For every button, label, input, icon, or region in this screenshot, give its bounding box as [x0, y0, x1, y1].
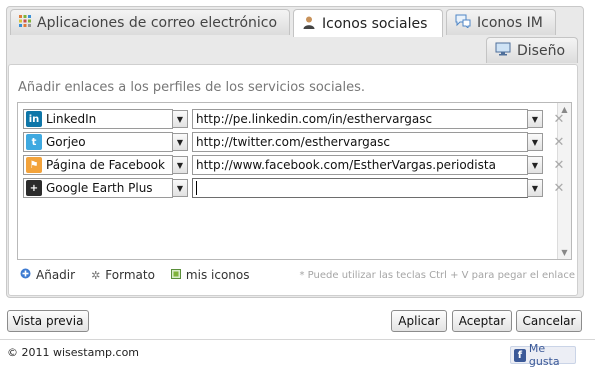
social-link-row: + Google Earth Plus ▼ ▼ ✕ [23, 178, 565, 198]
service-label: Gorjeo [46, 135, 86, 149]
footer-divider [0, 339, 595, 340]
image-icon [170, 268, 181, 282]
apply-button[interactable]: Aplicar [391, 310, 447, 332]
remove-row-icon[interactable]: ✕ [553, 181, 565, 196]
profile-url-input[interactable]: http://twitter.com/esthervargasc [192, 132, 528, 152]
chevron-down-icon: ▼ [531, 114, 539, 124]
tab-email-apps[interactable]: Aplicaciones de correo electrónico [10, 9, 290, 35]
format-button[interactable]: ✲ Formato [91, 268, 155, 282]
chevron-down-icon: ▼ [176, 160, 184, 170]
facebook-icon: f [514, 348, 526, 362]
paste-hint: * Puede utilizar las teclas Ctrl + V par… [299, 269, 576, 281]
add-button[interactable]: Añadir [20, 268, 75, 282]
preview-button[interactable]: Vista previa [7, 310, 89, 332]
google-plus-icon: + [26, 180, 42, 196]
tab-im-icons[interactable]: Iconos IM [446, 9, 556, 35]
tab-design[interactable]: Diseño [486, 37, 578, 63]
service-dropdown-button[interactable]: ▼ [172, 179, 188, 197]
social-link-row: t Gorjeo ▼ http://twitter.com/esthervarg… [23, 132, 565, 152]
cancel-button[interactable]: Cancelar [516, 310, 582, 332]
social-link-row: in LinkedIn ▼ http://pe.linkedin.com/in/… [23, 109, 565, 129]
service-label: Página de Facebook [46, 158, 165, 172]
social-links-list: ▲ ▼ in LinkedIn ▼ http://pe.linkedin.com… [17, 102, 572, 260]
profile-url-input[interactable]: http://pe.linkedin.com/in/esthervargasc [192, 109, 528, 129]
chevron-down-icon: ▼ [531, 137, 539, 147]
copyright-text: © 2011 wisestamp.com [7, 346, 140, 359]
tab-label: Diseño [517, 42, 566, 59]
accept-button[interactable]: Aceptar [452, 310, 512, 332]
service-select[interactable]: t Gorjeo [23, 132, 173, 152]
apps-grid-icon [19, 14, 31, 31]
linkedin-icon: in [26, 111, 42, 127]
my-icons-button[interactable]: mis iconos [170, 268, 250, 282]
format-label: Formato [105, 268, 155, 282]
chevron-down-icon: ▼ [176, 183, 184, 193]
list-toolbar: Añadir ✲ Formato mis iconos * Puede util… [20, 267, 575, 283]
tab-social-icons[interactable]: Iconos sociales [293, 9, 443, 37]
tab-label: Aplicaciones de correo electrónico [37, 14, 278, 31]
chevron-down-icon: ▼ [531, 160, 539, 170]
gear-icon: ✲ [91, 268, 101, 282]
monitor-icon [495, 42, 511, 60]
service-dropdown-button[interactable]: ▼ [172, 133, 188, 151]
url-dropdown-button[interactable]: ▼ [527, 133, 543, 151]
chevron-down-icon: ▼ [531, 183, 539, 193]
like-label: Me gusta [528, 342, 560, 368]
profile-url-input[interactable]: http://www.facebook.com/EstherVargas.per… [192, 155, 528, 175]
service-dropdown-button[interactable]: ▼ [172, 110, 188, 128]
twitter-icon: t [26, 134, 42, 150]
remove-row-icon[interactable]: ✕ [553, 158, 565, 173]
social-link-row: ⚑ Página de Facebook ▼ http://www.facebo… [23, 155, 565, 175]
remove-row-icon[interactable]: ✕ [553, 135, 565, 150]
url-dropdown-button[interactable]: ▼ [527, 179, 543, 197]
service-select[interactable]: ⚑ Página de Facebook [23, 155, 173, 175]
facebook-like-button[interactable]: f Me gusta [510, 342, 576, 368]
chevron-down-icon: ▼ [176, 137, 184, 147]
url-dropdown-button[interactable]: ▼ [527, 110, 543, 128]
user-icon [302, 15, 316, 33]
add-circle-icon [20, 268, 31, 282]
remove-row-icon[interactable]: ✕ [553, 112, 565, 127]
chat-bubble-icon [455, 14, 471, 32]
add-label: Añadir [36, 268, 76, 282]
scroll-down-arrow-icon[interactable]: ▼ [561, 248, 567, 257]
chevron-down-icon: ▼ [176, 114, 184, 124]
service-dropdown-button[interactable]: ▼ [172, 156, 188, 174]
service-label: Google Earth Plus [46, 181, 153, 195]
service-select[interactable]: + Google Earth Plus [23, 178, 173, 198]
my-icons-label: mis iconos [185, 268, 250, 282]
service-label: LinkedIn [46, 112, 97, 126]
service-select[interactable]: in LinkedIn [23, 109, 173, 129]
tab-label: Iconos IM [477, 14, 543, 31]
intro-text: Añadir enlaces a los perfiles de los ser… [18, 80, 366, 95]
text-caret [196, 181, 197, 195]
facebook-page-icon: ⚑ [26, 157, 42, 173]
tab-label: Iconos sociales [322, 15, 428, 32]
profile-url-input[interactable] [192, 178, 528, 198]
url-dropdown-button[interactable]: ▼ [527, 156, 543, 174]
